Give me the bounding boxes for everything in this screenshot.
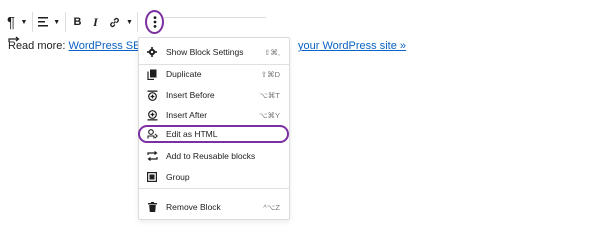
menu-item-group[interactable]: Group	[142, 168, 286, 186]
html-icon	[144, 127, 160, 141]
insert-after-icon	[144, 108, 160, 122]
gear-icon	[144, 45, 160, 59]
menu-item-remove-block[interactable]: Remove Block ^⌥Z	[142, 198, 286, 216]
insert-before-icon	[144, 88, 160, 102]
menu-item-insert-before[interactable]: Insert Before ⌥⌘T	[142, 86, 286, 104]
more-vertical-icon	[153, 16, 156, 28]
trash-icon	[144, 200, 160, 214]
menu-item-edit-as-html[interactable]: Edit as HTML	[138, 125, 289, 143]
menu-separator	[139, 188, 289, 189]
article-link-tail[interactable]: your WordPress site »	[298, 40, 406, 52]
block-type-group: ¶ ▼	[0, 9, 29, 35]
block-options-menu: Show Block Settings ⇧⌘, Duplicate ⇧⌘D In…	[138, 37, 290, 220]
chevron-down-icon[interactable]: ▼	[19, 10, 29, 34]
menu-item-add-to-reusable-blocks[interactable]: Add to Reusable blocks	[142, 147, 286, 165]
group-icon	[144, 170, 160, 184]
bold-button[interactable]: B	[68, 10, 86, 34]
menu-item-label: Show Block Settings	[166, 47, 244, 57]
align-left-icon[interactable]	[36, 10, 52, 34]
alignment-group: ▼	[36, 9, 62, 35]
duplicate-icon	[144, 67, 160, 81]
italic-button[interactable]: I	[86, 10, 104, 34]
menu-item-label: Remove Block	[166, 202, 221, 212]
menu-item-insert-after[interactable]: Insert After ⌥⌘Y	[142, 106, 286, 124]
reusable-icon	[144, 149, 160, 163]
menu-item-label: Insert Before	[166, 90, 215, 100]
link-icon[interactable]	[104, 10, 124, 34]
more-options-button[interactable]	[145, 10, 164, 34]
menu-item-shortcut: ⇧⌘D	[260, 69, 280, 79]
chevron-down-icon[interactable]: ▼	[52, 10, 62, 34]
format-group: B I ▼	[68, 9, 134, 35]
chevron-down-icon[interactable]: ▼	[124, 10, 134, 34]
toolbar-separator	[137, 12, 139, 32]
menu-item-shortcut: ^⌥Z	[263, 202, 280, 212]
menu-item-shortcut: ⌥⌘Y	[258, 110, 280, 120]
menu-item-label: Group	[166, 172, 190, 182]
toolbar-separator	[32, 12, 33, 32]
toolbar-separator	[64, 12, 66, 32]
menu-item-label: Edit as HTML	[166, 129, 218, 139]
menu-item-label: Duplicate	[166, 69, 202, 79]
block-toolbar: ¶ ▼ ▼ B I ▼	[0, 9, 164, 35]
read-more-prefix: Read more:	[8, 40, 69, 52]
menu-item-duplicate[interactable]: Duplicate ⇧⌘D	[142, 65, 286, 83]
menu-item-show-block-settings[interactable]: Show Block Settings ⇧⌘,	[142, 43, 286, 61]
toolbar-divider-line	[158, 17, 266, 18]
menu-item-label: Add to Reusable blocks	[166, 151, 256, 161]
menu-item-shortcut: ⇧⌘,	[264, 47, 280, 57]
menu-item-shortcut: ⌥⌘T	[259, 90, 280, 100]
paragraph-icon[interactable]: ¶	[3, 10, 19, 34]
menu-item-label: Insert After	[166, 110, 208, 120]
